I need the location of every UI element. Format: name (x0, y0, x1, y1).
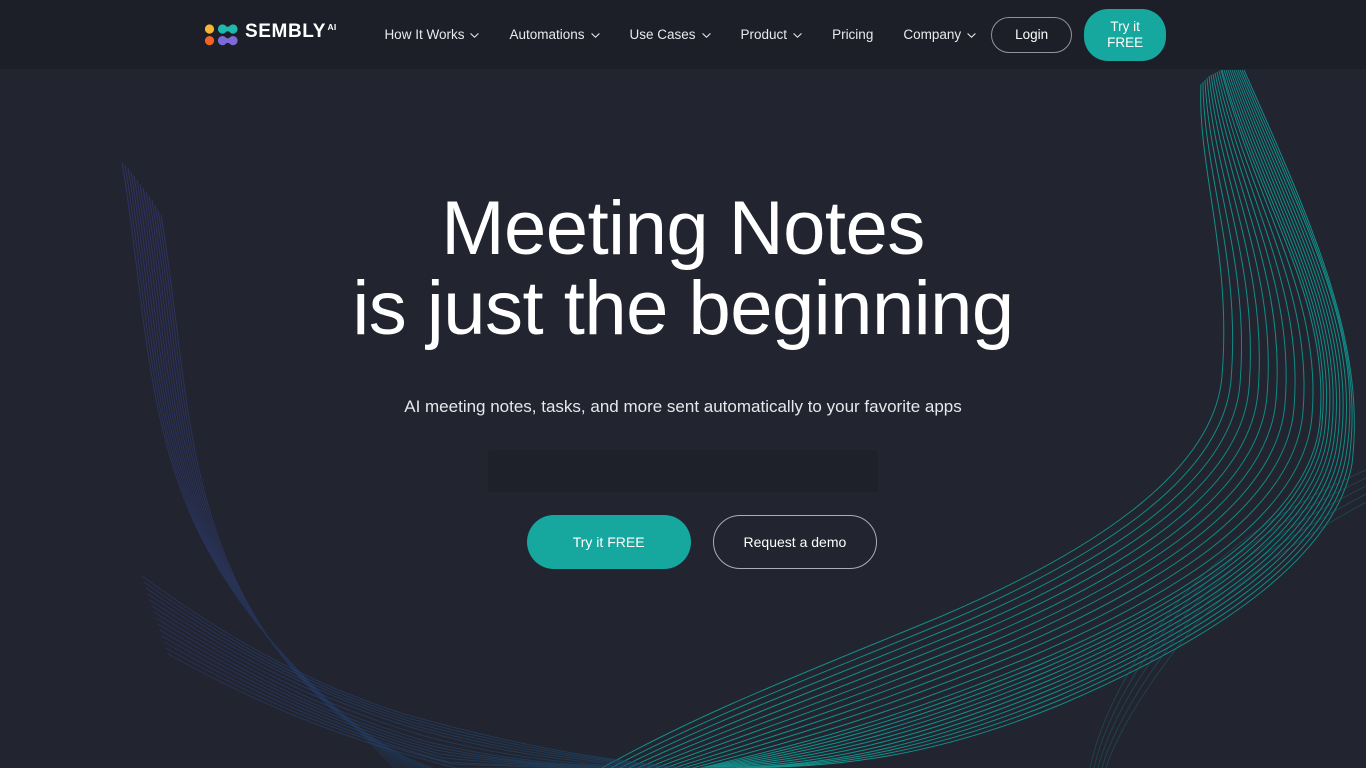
nav-label: Automations (509, 26, 585, 42)
nav-item-how-it-works[interactable]: How It Works (384, 21, 494, 49)
deco-wave-bottom-left (141, 575, 736, 768)
chevron-down-icon (590, 33, 600, 38)
brand-logo[interactable]: SEMBLY AI (204, 21, 336, 49)
brand-wordmark: SEMBLY AI (245, 21, 336, 43)
nav-label: Product (740, 26, 788, 42)
header-actions: Login Try it FREE (991, 8, 1167, 61)
main-navigation: How It Works Automations Use Cases Produ… (384, 21, 991, 49)
nav-item-product[interactable]: Product (726, 21, 818, 49)
hero-title: Meeting Notes is just the beginning (352, 186, 1014, 351)
hero-title-line-1: Meeting Notes (441, 186, 925, 271)
nav-item-company[interactable]: Company (888, 21, 991, 49)
brand-superscript: AI (327, 21, 337, 32)
hero-media-placeholder (488, 450, 878, 492)
site-header: SEMBLY AI How It Works Automations Use C… (0, 0, 1366, 69)
nav-item-automations[interactable]: Automations (494, 21, 614, 49)
hero-title-line-2: is just the beginning (352, 266, 1014, 351)
landing-page: SEMBLY AI How It Works Automations Use C… (0, 0, 1366, 768)
login-button[interactable]: Login (991, 16, 1073, 53)
hero-section: Meeting Notes is just the beginning AI m… (0, 69, 1366, 569)
nav-item-pricing[interactable]: Pricing (817, 21, 888, 49)
sembly-dots-icon (204, 23, 238, 47)
hero-cta-group: Try it FREE Request a demo (489, 515, 878, 569)
nav-label: How It Works (384, 26, 465, 42)
header-try-free-button[interactable]: Try it FREE (1084, 8, 1167, 61)
nav-label: Company (903, 26, 962, 42)
brand-name: SEMBLY (245, 20, 327, 42)
chevron-down-icon (793, 33, 802, 38)
chevron-down-icon (967, 33, 976, 38)
hero-subtitle: AI meeting notes, tasks, and more sent a… (404, 397, 962, 416)
nav-item-use-cases[interactable]: Use Cases (615, 21, 726, 49)
chevron-down-icon (701, 33, 711, 38)
request-demo-button[interactable]: Request a demo (712, 515, 878, 569)
nav-label: Use Cases (629, 26, 696, 42)
hero-try-free-button[interactable]: Try it FREE (526, 515, 691, 569)
nav-label: Pricing (832, 26, 874, 42)
chevron-down-icon (470, 33, 480, 38)
